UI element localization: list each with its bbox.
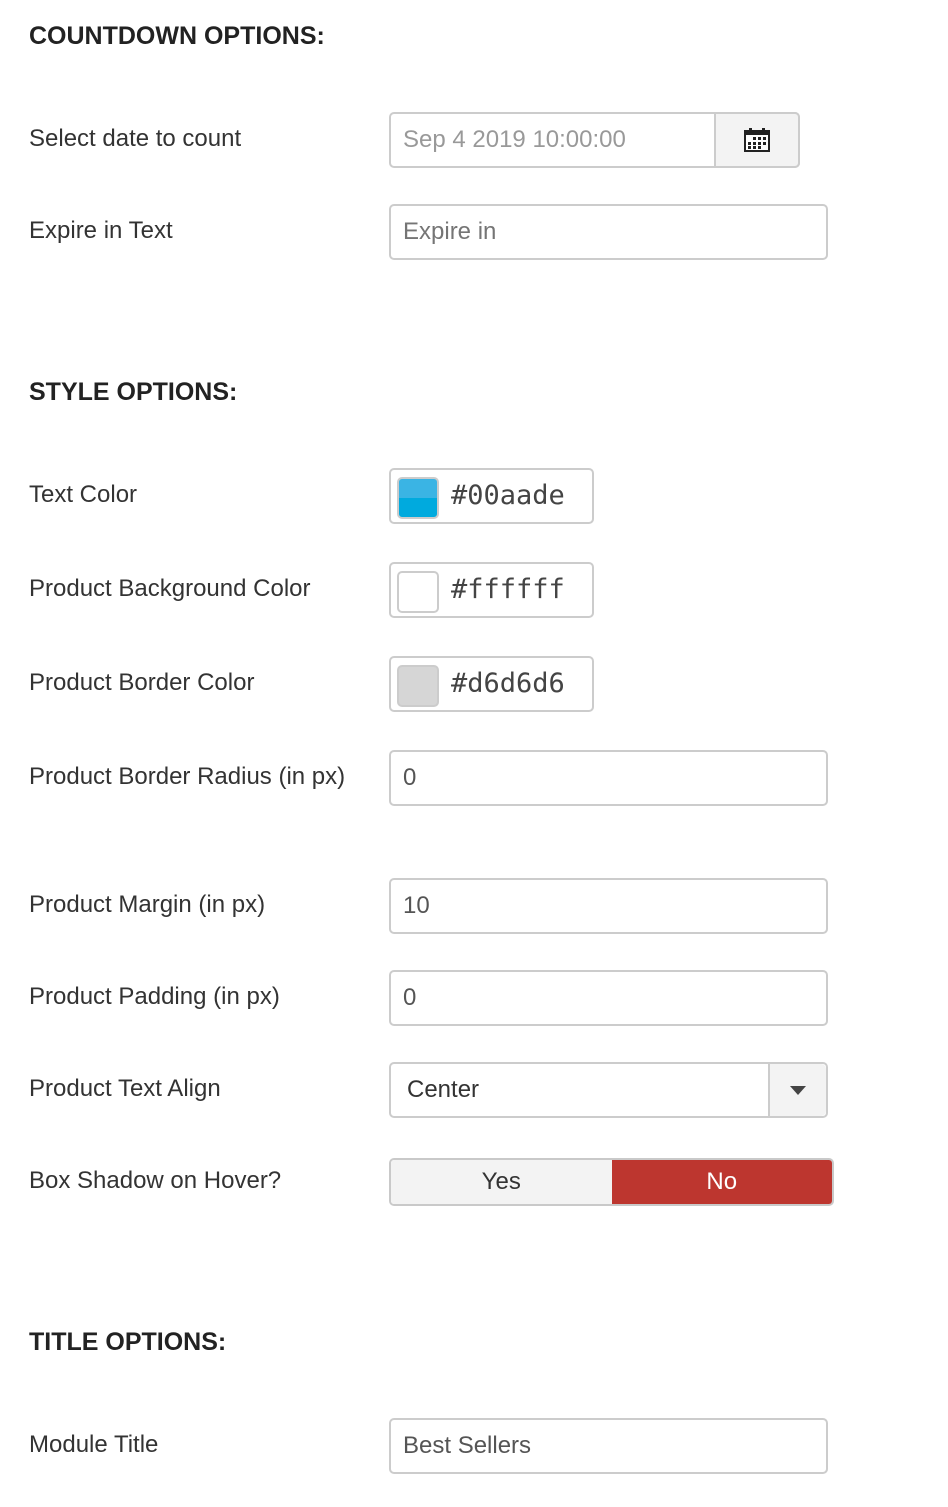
module-title-label: Module Title [29,1431,159,1458]
border-color-value: #d6d6d6 [451,668,565,699]
date-value: Sep 4 2019 10:00:00 [403,126,626,153]
border-color-picker[interactable]: #d6d6d6 [389,656,594,712]
countdown-options-heading: COUNTDOWN OPTIONS: [29,22,325,50]
calendar-icon [744,128,770,152]
bg-color-value: #ffffff [451,574,565,605]
align-label: Product Text Align [29,1075,221,1102]
shadow-no-button[interactable]: No [611,1160,832,1204]
calendar-button[interactable] [714,112,800,168]
bg-color-swatch[interactable] [397,571,439,613]
margin-input[interactable]: 10 [389,878,828,934]
caret-down-icon [790,1085,806,1095]
box-shadow-toggle[interactable]: Yes No [389,1158,834,1206]
border-color-label: Product Border Color [29,669,255,696]
margin-label: Product Margin (in px) [29,891,266,918]
padding-label: Product Padding (in px) [29,983,280,1010]
border-color-swatch[interactable] [397,665,439,707]
shadow-label: Box Shadow on Hover? [29,1167,282,1194]
module-title-input[interactable]: Best Sellers [389,1418,828,1474]
radius-input[interactable]: 0 [389,750,828,806]
module-title-value: Best Sellers [403,1432,532,1459]
date-label: Select date to count [29,125,242,152]
title-options-heading: TITLE OPTIONS: [29,1328,227,1356]
select-dropdown-button[interactable] [768,1064,826,1116]
style-options-heading: STYLE OPTIONS: [29,378,238,406]
text-color-picker[interactable]: #00aade [389,468,594,524]
align-value: Center [407,1076,480,1103]
expire-text-input[interactable] [389,204,828,260]
radius-value: 0 [403,764,417,791]
expire-label: Expire in Text [29,217,173,244]
padding-value: 0 [403,984,417,1011]
text-color-value: #00aade [451,480,565,511]
margin-value: 10 [403,892,430,919]
bg-color-label: Product Background Color [29,575,311,602]
radius-label: Product Border Radius (in px) [29,763,346,790]
padding-input[interactable]: 0 [389,970,828,1026]
shadow-yes-button[interactable]: Yes [391,1160,612,1204]
text-color-label: Text Color [29,481,138,508]
bg-color-picker[interactable]: #ffffff [389,562,594,618]
date-field[interactable]: Sep 4 2019 10:00:00 [389,112,800,168]
text-align-select[interactable]: Center [389,1062,828,1118]
text-color-swatch[interactable] [397,477,439,519]
